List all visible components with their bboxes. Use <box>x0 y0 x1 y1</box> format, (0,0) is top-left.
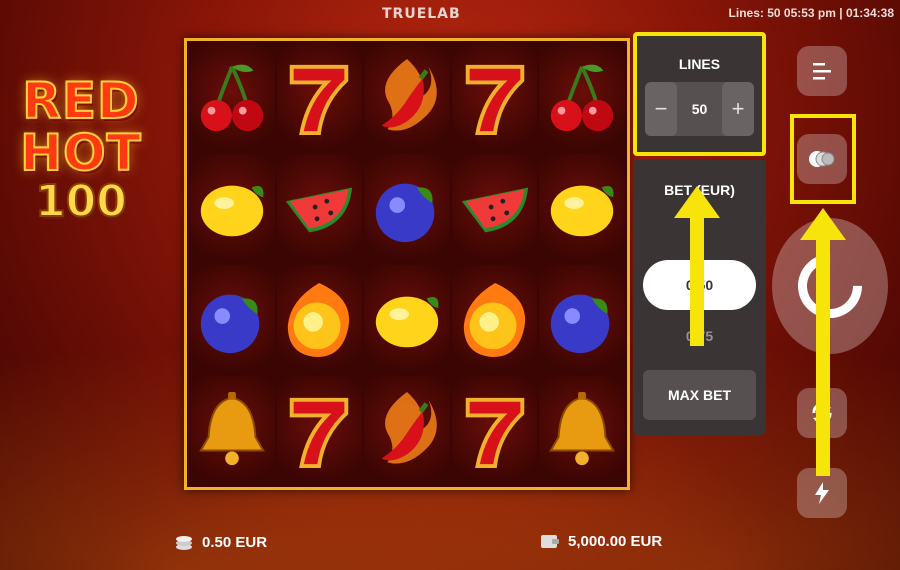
plum-icon <box>375 183 435 242</box>
reel-cell <box>189 376 275 485</box>
status-bar: Lines: 50 05:53 pm | 01:34:38 <box>728 6 894 20</box>
reel-cell <box>189 265 275 374</box>
lines-stepper: − 50 + <box>645 82 754 136</box>
bet-settings-button[interactable] <box>797 134 847 184</box>
reel-cell <box>189 43 275 152</box>
seven-icon <box>290 397 349 468</box>
reel-cell <box>364 154 450 263</box>
lines-decrease-button[interactable]: − <box>645 82 677 136</box>
bell-icon <box>198 391 265 465</box>
reel-cell <box>189 154 275 263</box>
balance-amount: 5,000.00 EUR <box>568 532 663 550</box>
reel-cell <box>539 265 625 374</box>
logo-line-red: RED <box>21 72 140 130</box>
fireball-icon <box>463 282 525 357</box>
lines-panel: LINES − 50 + <box>633 32 766 156</box>
reel-cell <box>364 43 450 152</box>
bet-display: 0.50 EUR <box>174 532 267 552</box>
bell-icon <box>549 391 616 465</box>
cherry-icon <box>200 64 263 131</box>
game-logo: RED HOT 100 <box>6 72 156 227</box>
seven-icon <box>465 64 524 135</box>
reel-cell <box>451 376 538 485</box>
lines-value: 50 <box>691 101 708 117</box>
logo-line-100: 100 <box>34 176 128 227</box>
balance-display: 5,000.00 EUR <box>540 532 662 550</box>
reel-cell <box>276 265 363 374</box>
reel-cell <box>451 154 538 263</box>
arrow-to-lines <box>674 186 720 346</box>
watermelon-icon <box>286 187 353 232</box>
watermelon-icon <box>461 187 528 232</box>
provider-logo: TRUELAB <box>382 6 461 22</box>
reel-cell <box>539 154 625 263</box>
lemon-icon <box>375 296 439 347</box>
lines-increase-button[interactable]: + <box>722 82 754 136</box>
menu-icon <box>813 63 831 80</box>
seven-icon <box>290 64 349 135</box>
plum-icon <box>200 294 260 353</box>
wallet-icon <box>541 535 559 548</box>
turbo-icon <box>815 482 829 504</box>
cherry-icon <box>550 64 614 131</box>
coins-icon <box>809 151 835 167</box>
max-bet-button[interactable]: MAX BET <box>643 370 756 420</box>
lemon-icon <box>200 185 264 236</box>
coin-stack-icon <box>176 536 192 550</box>
plum-icon <box>550 294 610 353</box>
lemon-icon <box>550 185 614 236</box>
chili-icon <box>381 58 437 131</box>
logo-line-hot: HOT <box>19 124 142 182</box>
reel-cell <box>276 43 363 152</box>
reel-cell <box>539 43 625 152</box>
reel-cell <box>276 376 363 485</box>
reel-cell <box>539 376 625 485</box>
lines-title: LINES <box>678 56 721 72</box>
reel-grid <box>184 38 630 490</box>
reel-cell <box>364 376 450 485</box>
bet-amount: 0.50 EUR <box>202 533 268 551</box>
reel-cell <box>451 43 538 152</box>
seven-icon <box>465 397 524 468</box>
arrow-to-coins <box>800 208 846 476</box>
reel-cell <box>364 265 450 374</box>
fireball-icon <box>288 282 350 357</box>
reel-cell <box>276 154 363 263</box>
reel-cell <box>451 265 538 374</box>
chili-icon <box>381 391 437 464</box>
menu-button[interactable] <box>797 46 847 96</box>
